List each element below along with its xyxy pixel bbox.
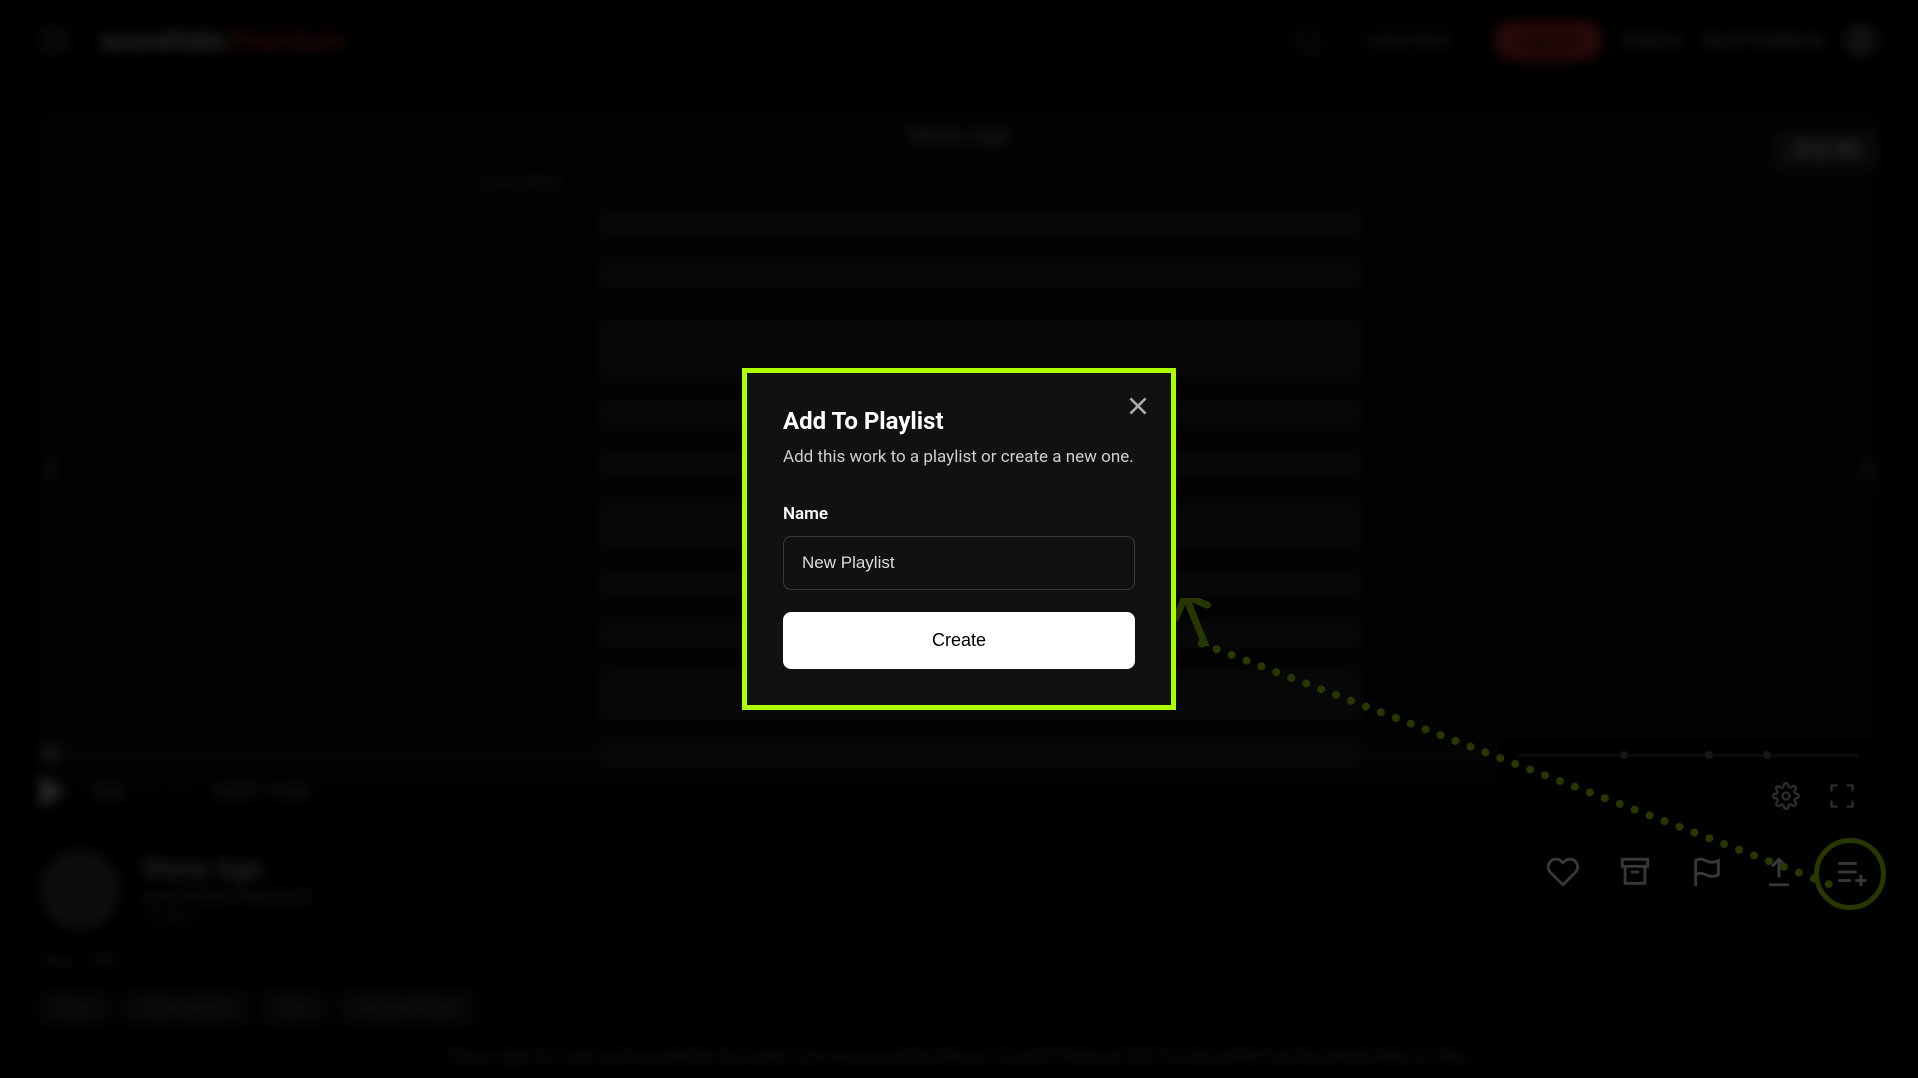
close-icon[interactable] xyxy=(1125,393,1151,419)
add-to-playlist-modal: Add To Playlist Add this work to a playl… xyxy=(747,373,1171,705)
modal-title: Add To Playlist xyxy=(783,407,1135,435)
modal-subtitle: Add this work to a playlist or create a … xyxy=(783,445,1135,470)
playlist-name-label: Name xyxy=(783,504,1135,524)
create-button[interactable]: Create xyxy=(783,612,1135,669)
modal-overlay[interactable]: Add To Playlist Add this work to a playl… xyxy=(0,0,1918,1078)
annotation-modal-highlight: Add To Playlist Add this work to a playl… xyxy=(742,368,1176,710)
playlist-name-input[interactable] xyxy=(783,536,1135,590)
